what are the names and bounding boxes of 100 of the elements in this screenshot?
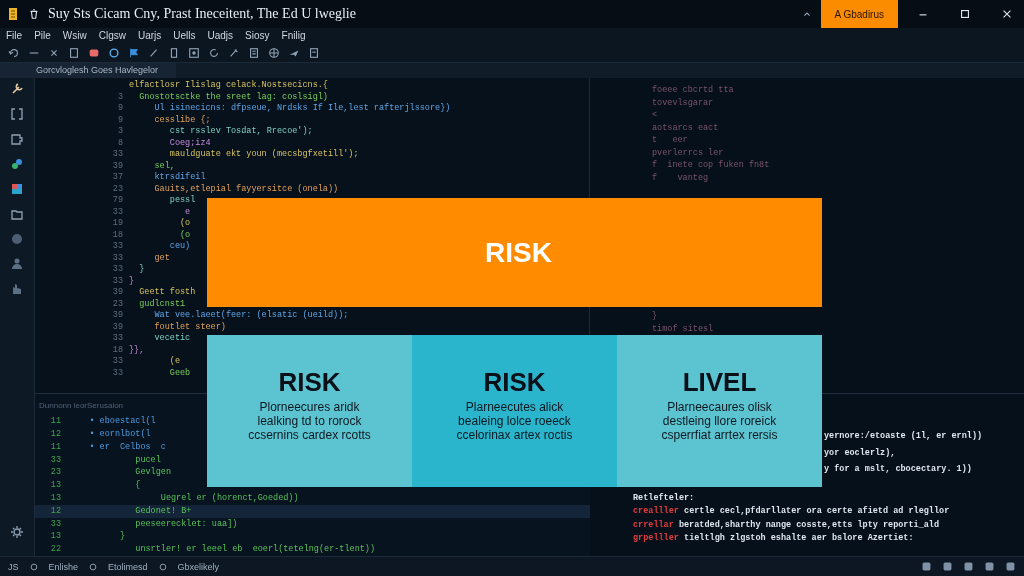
line-number: 18 <box>112 229 123 240</box>
card-text: Plarneecutes alick bealeing lolce roeeck ccelorinax artex roctis <box>456 399 573 442</box>
code-line: elfactlosr Ilislag celack.Nostsecicns.{ <box>129 80 328 92</box>
line-number: 33 <box>49 517 62 531</box>
circle-icon[interactable] <box>108 46 120 59</box>
square-icon[interactable] <box>1005 561 1016 572</box>
code-line: peeseerecklet: uaa]) <box>134 517 238 531</box>
account-button[interactable]: A Gbadirus <box>820 0 898 28</box>
code-line: Gauits,etlepial fayyersitce (onela)) <box>153 183 339 195</box>
menu-item[interactable]: File <box>6 30 23 42</box>
line-number: 18 <box>112 344 123 355</box>
code-line: Wat vee.laeet(feer: (elsatic (ueild)); <box>153 310 349 322</box>
line-number: 39 <box>112 287 123 298</box>
code-line: (o <box>179 218 191 230</box>
trash-icon[interactable] <box>28 8 40 20</box>
status-item[interactable]: Enlishe <box>48 561 79 572</box>
terminal-line: y for a mslt, cbocectary. 1)) <box>824 463 972 477</box>
settings-icon[interactable] <box>10 525 24 540</box>
close-icon[interactable] <box>1001 8 1013 20</box>
refresh-icon[interactable] <box>208 46 220 59</box>
circle-icon[interactable] <box>88 561 99 572</box>
menu-item[interactable]: Siosy <box>245 30 270 42</box>
line-number: 13 <box>49 479 62 493</box>
code-line: t eer <box>652 134 689 147</box>
code-line: vecetic <box>153 333 191 345</box>
code-line: f vanteg <box>652 171 710 185</box>
code-line: • eboestacl(l <box>88 415 156 429</box>
code-line: ktrsdifeil <box>153 172 206 184</box>
code-line: } <box>652 310 659 323</box>
line-number: 23 <box>49 466 62 480</box>
code-line: gudlcnst1 <box>138 298 186 310</box>
document-icon[interactable] <box>68 46 80 59</box>
line-number: 13 <box>49 530 62 544</box>
menu-item[interactable]: Uells <box>173 30 196 42</box>
line-number: 11 <box>49 415 62 429</box>
code-line: unsrtler! er leeel eb eoerl(tetelng(er-tlent)) <box>134 543 376 557</box>
line-number: 39 <box>112 160 123 171</box>
line-number: 22 <box>49 543 62 557</box>
editor-tab[interactable]: Gorcvloglesh Goes Havlegelor <box>0 63 177 79</box>
line-number: 33 <box>112 275 123 286</box>
pen-icon[interactable] <box>228 46 240 59</box>
line-number: 19 <box>112 218 123 229</box>
code-line: Coeg;iz4 <box>168 137 211 149</box>
code-line: timof sitesl <box>652 322 715 336</box>
code-line: tovevlsgarar <box>652 96 715 110</box>
menu-item[interactable]: Clgsw <box>98 30 126 42</box>
square-icon[interactable] <box>984 561 995 572</box>
line-number: 12 <box>49 428 62 441</box>
status-item[interactable]: JS <box>8 561 19 572</box>
maximize-icon[interactable] <box>959 8 971 20</box>
menu-item[interactable]: Wsiw <box>62 30 87 42</box>
code-line: } <box>119 530 126 544</box>
line-number: 23 <box>112 183 123 194</box>
globe-icon[interactable] <box>268 46 280 59</box>
line-number: 12 <box>49 504 62 518</box>
panel-title: Dunnonn leorSerusaion <box>39 400 124 413</box>
card-title: RISK <box>483 366 546 398</box>
undo-icon[interactable] <box>8 46 20 59</box>
circle-icon[interactable] <box>28 561 39 572</box>
code-line: e <box>184 206 191 218</box>
window-title: Suy Sts Cicam Cny, Prast Ineceitent, The Ed U lweglie <box>48 6 356 22</box>
line-number: 33 <box>112 333 123 344</box>
folder-icon[interactable] <box>10 207 24 222</box>
status-item[interactable]: Gbxelikely <box>177 561 220 572</box>
grid-icon[interactable] <box>10 182 24 197</box>
menu-item[interactable]: Pile <box>34 30 51 42</box>
line-number: 3 <box>117 91 123 102</box>
document-icon[interactable] <box>308 46 320 59</box>
card-text: Plorneecures aridk lealking td to rorock ccsernins cardex rcotts <box>248 399 371 442</box>
code-line: ceu) <box>168 241 191 253</box>
square-icon[interactable] <box>942 561 953 572</box>
code-line: (e <box>168 356 180 368</box>
line-number: 39 <box>112 321 123 332</box>
terminal-line: yor eoclerlz), <box>824 446 896 460</box>
menu-item[interactable]: Fnilig <box>281 30 306 42</box>
menu-item[interactable]: Uadjs <box>207 30 234 42</box>
code-line: Gnostotsctke the sreet lag: coslsigl) <box>138 91 328 103</box>
status-item[interactable]: Etolimesd <box>108 561 148 572</box>
code-line: < <box>652 109 659 122</box>
line-number: 33 <box>49 453 62 467</box>
code-line: }}, <box>129 344 145 357</box>
dots-icon[interactable] <box>10 157 24 172</box>
code-line: { <box>134 479 141 493</box>
person-icon[interactable] <box>10 257 24 272</box>
code-line: f inete cop fuken fn8t <box>652 159 771 172</box>
banner-title: RISK <box>484 236 552 269</box>
menu-item[interactable]: Uarjs <box>137 30 162 42</box>
document-icon[interactable] <box>168 46 180 59</box>
code-line: mauldguate ekt youn (mecsbgfxetill'); <box>168 149 359 161</box>
line-number: 33 <box>112 252 123 263</box>
code-line: foeee cbcrtd tta <box>652 84 735 97</box>
card-text: Plarneecaures olisk destleing llore roreick csperrfiat arrtex rersis <box>661 399 778 442</box>
square-icon[interactable] <box>921 561 932 572</box>
flag-icon[interactable] <box>128 46 140 59</box>
square-icon[interactable] <box>963 561 974 572</box>
line-number: 33 <box>112 241 123 252</box>
circle-icon[interactable] <box>157 561 168 572</box>
bracket-icon[interactable] <box>10 107 24 122</box>
image-icon[interactable] <box>188 46 200 59</box>
card-title: RISK <box>278 366 341 398</box>
